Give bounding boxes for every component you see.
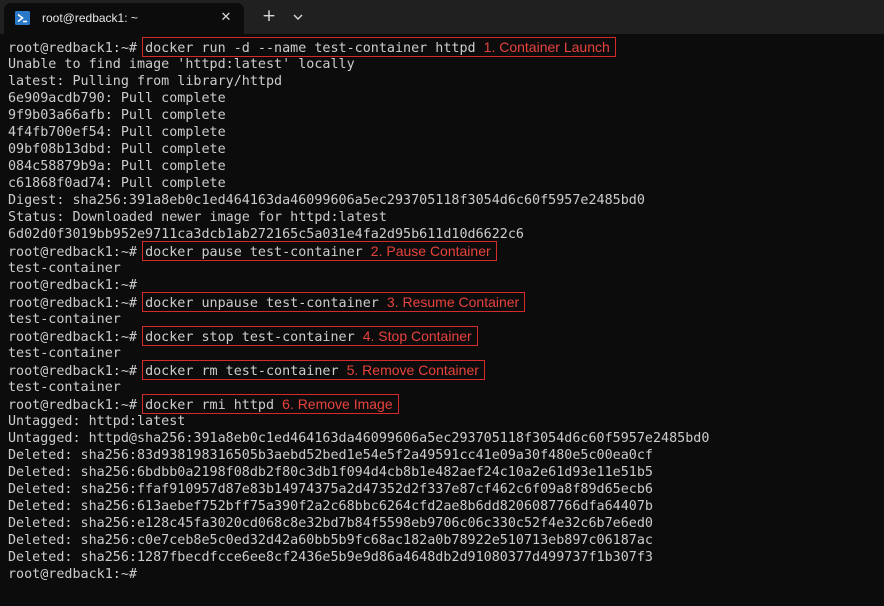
output-line: Status: Downloaded newer image for httpd… bbox=[8, 210, 387, 225]
step-annotation: 5. Remove Container bbox=[346, 362, 479, 378]
output-line: 6e909acdb790: Pull complete bbox=[8, 91, 226, 106]
step-annotation: 6. Remove Image bbox=[282, 396, 393, 412]
terminal-window: root@redback1: ~ ✕ + root@redback1:~# do… bbox=[0, 0, 884, 606]
output-line: 9f9b03a66afb: Pull complete bbox=[8, 108, 226, 123]
output-line: Deleted: sha256:83d938198316505b3aebd52b… bbox=[8, 448, 653, 463]
output-line: Deleted: sha256:613aebef752bff75a390f2a2… bbox=[8, 499, 653, 514]
output-line: Deleted: sha256:6bdbb0a2198f08db2f80c3db… bbox=[8, 465, 653, 480]
output-line: Deleted: sha256:1287fbecdfcce6ee8cf2436e… bbox=[8, 550, 653, 565]
command-line: root@redback1:~# docker rmi httpd 6. Rem… bbox=[8, 396, 393, 413]
command-text: docker stop test-container bbox=[145, 330, 355, 345]
shell-prompt: root@redback1:~# bbox=[8, 398, 146, 413]
output-line: Untagged: httpd:latest bbox=[8, 414, 186, 429]
command-text: docker unpause test-container bbox=[145, 296, 379, 311]
command-line: root@redback1:~# docker pause test-conta… bbox=[8, 243, 491, 260]
command-line: root@redback1:~# docker run -d --name te… bbox=[8, 39, 610, 56]
step-annotation: 3. Resume Container bbox=[386, 294, 520, 310]
output-line: latest: Pulling from library/httpd bbox=[8, 74, 283, 89]
step-annotation: 4. Stop Container bbox=[362, 328, 472, 344]
output-line: 084c58879b9a: Pull complete bbox=[8, 159, 226, 174]
output-line: 6d02d0f3019bb952e9711ca3dcb1ab272165c5a0… bbox=[8, 227, 524, 242]
command-line: root@redback1:~# docker rm test-containe… bbox=[8, 362, 479, 379]
output-line: c61868f0ad74: Pull complete bbox=[8, 176, 226, 191]
output-line: test-container bbox=[8, 380, 121, 395]
command-text: docker rm test-container bbox=[145, 364, 339, 379]
shell-prompt: root@redback1:~# bbox=[8, 41, 146, 56]
output-line: 4f4fb700ef54: Pull complete bbox=[8, 125, 226, 140]
output-line: Unable to find image 'httpd:latest' loca… bbox=[8, 57, 355, 72]
shell-prompt: root@redback1:~# bbox=[8, 330, 146, 345]
command-line: root@redback1:~# docker stop test-contai… bbox=[8, 328, 472, 345]
tab-title: root@redback1: ~ bbox=[42, 11, 138, 25]
command-line: root@redback1:~# docker unpause test-con… bbox=[8, 294, 519, 311]
shell-prompt: root@redback1:~# bbox=[8, 245, 146, 260]
tab-root-redback1[interactable]: root@redback1: ~ ✕ bbox=[4, 3, 244, 34]
output-line: Deleted: sha256:ffaf910957d87e83b1497437… bbox=[8, 482, 653, 497]
output-line: test-container bbox=[8, 312, 121, 327]
terminal-output[interactable]: root@redback1:~# docker run -d --name te… bbox=[0, 34, 884, 606]
title-bar: root@redback1: ~ ✕ + bbox=[0, 0, 884, 34]
step-annotation: 2. Pause Container bbox=[370, 243, 491, 259]
close-icon[interactable]: ✕ bbox=[217, 9, 235, 27]
step-annotation: 1. Container Launch bbox=[483, 39, 610, 55]
output-line: root@redback1:~# bbox=[8, 567, 137, 582]
shell-prompt: root@redback1:~# bbox=[8, 296, 146, 311]
output-line: test-container bbox=[8, 346, 121, 361]
output-line: test-container bbox=[8, 261, 121, 276]
output-line: root@redback1:~# bbox=[8, 278, 137, 293]
output-line: Untagged: httpd@sha256:391a8eb0c1ed46416… bbox=[8, 431, 710, 446]
shell-prompt: root@redback1:~# bbox=[8, 364, 146, 379]
command-text: docker run -d --name test-container http… bbox=[145, 41, 476, 56]
chevron-down-icon[interactable] bbox=[288, 7, 308, 27]
new-tab-button[interactable]: + bbox=[258, 6, 280, 26]
output-line: Deleted: sha256:c0e7ceb8e5c0ed32d42a60bb… bbox=[8, 533, 653, 548]
command-text: docker pause test-container bbox=[145, 245, 363, 260]
output-line: 09bf08b13dbd: Pull complete bbox=[8, 142, 226, 157]
output-line: Digest: sha256:391a8eb0c1ed464163da46099… bbox=[8, 193, 645, 208]
powershell-icon bbox=[15, 11, 30, 25]
command-text: docker rmi httpd bbox=[145, 398, 275, 413]
output-line: Deleted: sha256:e128c45fa3020cd068c8e32b… bbox=[8, 516, 653, 531]
